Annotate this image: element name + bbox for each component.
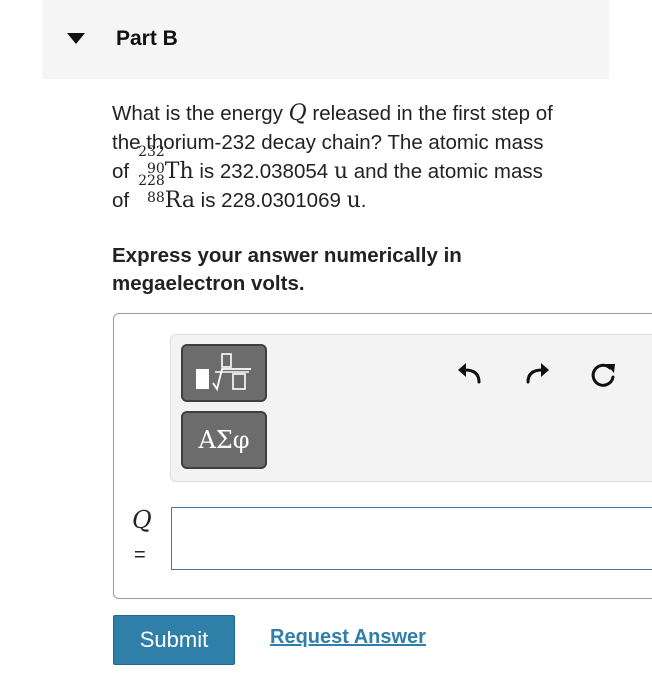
greek-symbols-button[interactable]: ΑΣφ xyxy=(181,411,267,469)
radium-symbol: Ra xyxy=(164,188,195,213)
instructions-line-1: Express your answer numerically in xyxy=(112,244,462,267)
radium-mass-number: 228 xyxy=(138,173,165,189)
request-answer-link[interactable]: Request Answer xyxy=(270,626,426,649)
energy-variable: Q xyxy=(288,101,307,126)
question-line-3-post: and the atomic mass xyxy=(348,160,543,183)
equals-sign: = xyxy=(134,544,146,566)
answer-input[interactable] xyxy=(171,507,652,570)
question-line-1: What is the energy Q released in the fir… xyxy=(112,99,612,128)
mass-unit-2: u xyxy=(346,188,361,213)
thorium-mass-number: 232 xyxy=(138,144,165,160)
redo-icon[interactable] xyxy=(522,360,552,390)
question-line-3-mid: is 232.038054 xyxy=(193,160,334,183)
collapse-caret-icon[interactable] xyxy=(67,33,85,44)
answer-variable-label: Q xyxy=(132,506,152,534)
question-line-4: of 228 88 Ra is 228.0301069 u. xyxy=(112,174,612,215)
part-title: Part B xyxy=(116,27,178,50)
submit-button[interactable]: Submit xyxy=(113,615,235,665)
question-text: What is the energy Q released in the fir… xyxy=(112,99,612,215)
instructions-line-2: megaelectron volts. xyxy=(112,272,305,295)
template-button[interactable] xyxy=(181,344,267,402)
question-line-1-pre: What is the energy xyxy=(112,102,289,125)
question-line-4-post: . xyxy=(360,189,367,212)
undo-icon[interactable] xyxy=(455,360,485,390)
question-line-1-post: released in the first step of xyxy=(306,102,553,125)
question-line-3: of 232 90 Th is 232.038054 u and the atomi… xyxy=(112,145,612,186)
radium-nuclide: 228 88 Ra xyxy=(138,174,195,215)
greek-button-label: ΑΣφ xyxy=(198,426,250,454)
thorium-symbol: Th xyxy=(164,159,194,184)
radium-atomic-number: 88 xyxy=(146,190,165,206)
fraction-sqrt-template-icon xyxy=(196,353,251,392)
mass-unit: u xyxy=(333,159,349,184)
question-line-4-mid: is 228.0301069 xyxy=(194,189,347,212)
reset-icon[interactable] xyxy=(589,360,619,390)
question-line-2: the thorium-232 decay chain? The atomic … xyxy=(112,131,544,154)
question-line-3-pre: of xyxy=(112,160,135,183)
question-line-4-pre: of xyxy=(112,189,135,212)
answer-instructions: Express your answer numerically in megae… xyxy=(112,242,572,298)
